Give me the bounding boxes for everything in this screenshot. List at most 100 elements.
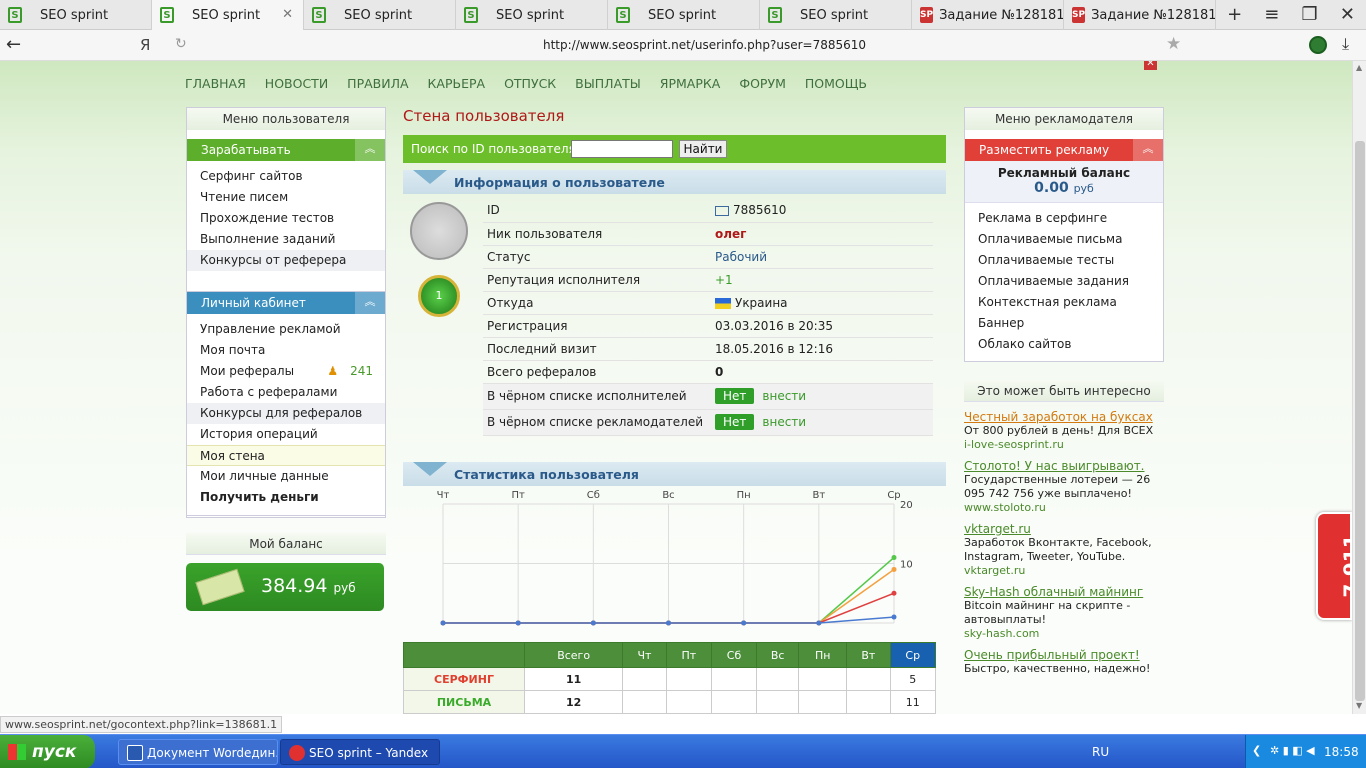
menu-item[interactable]: Получить деньги: [187, 487, 385, 508]
nav-link[interactable]: ПОМОЩЬ: [805, 76, 867, 91]
tab-0[interactable]: S SEO sprint: [0, 0, 152, 30]
scrollbar[interactable]: ▲ ▼: [1352, 61, 1366, 714]
menu-item[interactable]: Работа с рефералами: [187, 382, 385, 403]
info-row: Регистрация 03.03.2016 в 20:35: [483, 314, 933, 338]
new-tab-icon[interactable]: +: [1227, 4, 1242, 25]
add-blacklist-link[interactable]: внести: [762, 389, 806, 403]
ad-title[interactable]: Столото! У нас выигрывают.: [964, 459, 1164, 473]
ad-url[interactable]: i-love-seosprint.ru: [964, 438, 1164, 451]
top-navigation: ГЛАВНАЯ НОВОСТИ ПРАВИЛА КАРЬЕРА ОТПУСК ВЫПЛАТ…: [185, 76, 867, 91]
ad-item[interactable]: Очень прибыльный проект! Быстро, качестве…: [964, 648, 1164, 676]
earn-header[interactable]: Зарабатывать ︽: [187, 139, 385, 161]
ad-title[interactable]: Sky-Hash облачный майнинг: [964, 585, 1164, 599]
menu-item[interactable]: Прохождение тестов: [187, 208, 385, 229]
nav-link[interactable]: ОТПУСК: [504, 76, 556, 91]
menu-item[interactable]: История операций: [187, 424, 385, 445]
x-tick-label: Ср: [887, 490, 900, 501]
nav-link[interactable]: ВЫПЛАТЫ: [575, 76, 641, 91]
nav-link[interactable]: ГЛАВНАЯ: [185, 76, 246, 91]
task-yandex[interactable]: SEO sprint – Yandex: [280, 739, 440, 765]
menu-item[interactable]: Моя стена: [187, 445, 385, 466]
ad-item[interactable]: Sky-Hash облачный майнинг Bitcoin майнинг…: [964, 585, 1164, 640]
menu-item[interactable]: Мои личные данные: [187, 466, 385, 487]
close-window-icon[interactable]: ✕: [1340, 4, 1355, 25]
stats-header: [403, 642, 525, 668]
tray-expand-icon[interactable]: ❮: [1252, 744, 1261, 757]
add-blacklist-link[interactable]: внести: [762, 415, 806, 429]
ad-url[interactable]: sky-hash.com: [964, 627, 1164, 640]
close-banner-icon[interactable]: ✕: [1144, 61, 1157, 70]
no-button[interactable]: Нет: [715, 414, 755, 430]
back-arrow-icon[interactable]: ←: [6, 34, 21, 55]
menu-icon[interactable]: ≡: [1264, 4, 1279, 25]
tab-7[interactable]: SP Задание №128181 -: [1064, 0, 1216, 30]
scroll-up-icon[interactable]: ▲: [1356, 63, 1362, 72]
balance-widget[interactable]: 384.94 руб: [186, 563, 384, 611]
scroll-thumb[interactable]: [1355, 141, 1365, 701]
url-field[interactable]: http://www.seosprint.net/userinfo.php?us…: [543, 38, 866, 52]
globe-icon[interactable]: [1309, 36, 1327, 54]
chevron-up-icon[interactable]: ︽: [1133, 139, 1163, 161]
menu-item[interactable]: Серфинг сайтов: [187, 166, 385, 187]
balance-title: Мой баланс: [186, 533, 386, 555]
menu-item[interactable]: Конкурсы для рефералов: [187, 403, 385, 424]
tab-6[interactable]: SP Задание №128181 -: [912, 0, 1064, 30]
chevron-up-icon[interactable]: ︽: [355, 292, 385, 314]
ad-item[interactable]: Честный заработок на буксах От 800 рублей…: [964, 410, 1164, 451]
ad-item[interactable]: vktarget.ru Заработок Вконтакте, Facebook…: [964, 522, 1164, 577]
user-id-input[interactable]: [571, 140, 673, 158]
scroll-down-icon[interactable]: ▼: [1356, 701, 1362, 710]
tab-5[interactable]: S SEO sprint: [760, 0, 912, 30]
chevron-up-icon[interactable]: ︽: [355, 139, 385, 161]
reload-icon[interactable]: ↻: [175, 36, 187, 52]
tab-1[interactable]: S SEO sprint ✕: [152, 0, 304, 30]
yandex-logo[interactable]: Я: [140, 36, 150, 54]
menu-item[interactable]: Конкурсы от реферера: [187, 250, 385, 271]
menu-item[interactable]: Мои рефералы ♟ 241: [187, 361, 385, 382]
ad-title[interactable]: Очень прибыльный проект!: [964, 648, 1164, 662]
nav-link[interactable]: ЯРМАРКА: [660, 76, 721, 91]
nav-link[interactable]: НОВОСТИ: [265, 76, 328, 91]
money-icon: [195, 568, 245, 606]
menu-item[interactable]: Оплачиваемые тесты: [965, 250, 1163, 271]
menu-item[interactable]: Чтение писем: [187, 187, 385, 208]
menu-item[interactable]: Выполнение заданий: [187, 229, 385, 250]
ad-title[interactable]: vktarget.ru: [964, 522, 1164, 536]
x-tick-label: Сб: [587, 490, 600, 501]
info-value: Нет внести: [711, 383, 933, 410]
menu-item[interactable]: Моя почта: [187, 340, 385, 361]
ad-url[interactable]: www.stoloto.ru: [964, 501, 1164, 514]
info-row: Откуда Украина: [483, 291, 933, 315]
ad-url[interactable]: vktarget.ru: [964, 564, 1164, 577]
cabinet-header[interactable]: Личный кабинет ︽: [187, 292, 385, 314]
nav-link[interactable]: ПРАВИЛА: [347, 76, 408, 91]
menu-item[interactable]: Реклама в серфинге: [965, 208, 1163, 229]
menu-item[interactable]: Баннер: [965, 313, 1163, 334]
download-icon[interactable]: ⤓: [1342, 34, 1349, 54]
tab-3[interactable]: S SEO sprint: [456, 0, 608, 30]
tray-icons[interactable]: ✲ ▮ ◧ ◀: [1270, 744, 1315, 757]
menu-item[interactable]: Облако сайтов: [965, 334, 1163, 355]
place-ad-header[interactable]: Разместить рекламу ︽: [965, 139, 1163, 161]
side-counter-badge[interactable]: 7,911: [1316, 512, 1352, 620]
close-tab-icon[interactable]: ✕: [282, 7, 293, 22]
ad-item[interactable]: Столото! У нас выигрывают. Государственны…: [964, 459, 1164, 514]
restore-icon[interactable]: ❐: [1302, 4, 1318, 25]
menu-item[interactable]: Оплачиваемые письма: [965, 229, 1163, 250]
no-button[interactable]: Нет: [715, 388, 755, 404]
menu-item[interactable]: Контекстная реклама: [965, 292, 1163, 313]
tab-2[interactable]: S SEO sprint: [304, 0, 456, 30]
menu-item[interactable]: Оплачиваемые задания: [965, 271, 1163, 292]
language-indicator[interactable]: RU: [1092, 745, 1109, 759]
task-word[interactable]: Документ Wordедин...: [118, 739, 278, 765]
tab-4[interactable]: S SEO sprint: [608, 0, 760, 30]
find-button[interactable]: Найти: [679, 140, 727, 158]
envelope-icon[interactable]: [715, 205, 729, 216]
ad-title[interactable]: Честный заработок на буксах: [964, 410, 1164, 424]
nav-link[interactable]: КАРЬЕРА: [428, 76, 486, 91]
nav-link[interactable]: ФОРУМ: [739, 76, 786, 91]
menu-item[interactable]: Управление рекламой: [187, 319, 385, 340]
start-button[interactable]: пуск: [0, 735, 95, 768]
info-row: Ник пользователя олег: [483, 222, 933, 246]
bookmark-star-icon[interactable]: ★: [1166, 34, 1181, 54]
